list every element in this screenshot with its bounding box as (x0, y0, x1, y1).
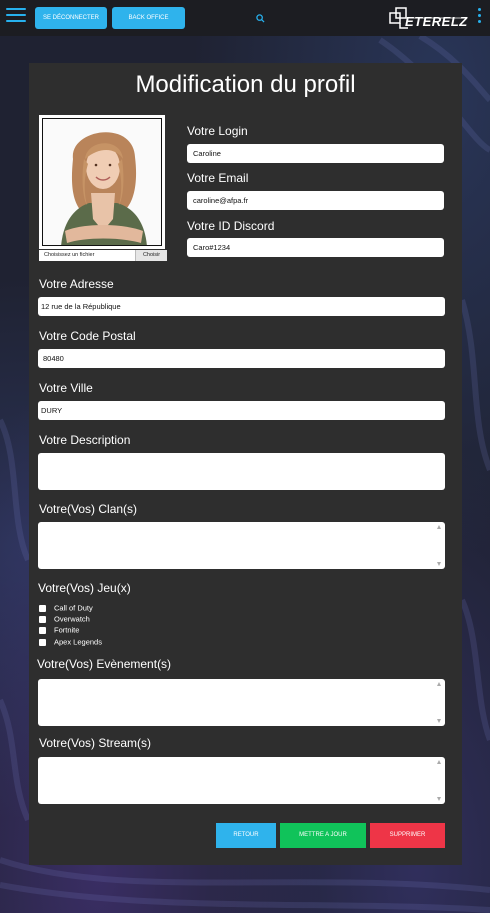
menu-icon[interactable] (6, 8, 26, 22)
streams-label: Votre(Vos) Stream(s) (39, 736, 152, 750)
address-input[interactable]: 12 rue de la République (38, 297, 445, 316)
avatar-frame (39, 115, 165, 249)
page-title: Modification du profil (135, 71, 356, 98)
city-label: Votre Ville (39, 381, 93, 395)
search-icon[interactable] (256, 14, 265, 23)
more-options-icon[interactable] (478, 8, 482, 26)
back-button[interactable]: RETOUR (216, 823, 276, 848)
description-textarea[interactable] (38, 453, 445, 490)
logout-button[interactable]: SE DÉCONNECTER (35, 7, 107, 29)
clans-scrollbar[interactable] (436, 525, 443, 566)
discord-label: Votre ID Discord (187, 219, 275, 233)
description-label: Votre Description (39, 433, 131, 447)
avatar (42, 118, 162, 246)
choose-file-button[interactable]: Choisir (135, 250, 167, 261)
login-input[interactable]: Caroline (187, 144, 444, 163)
game-checkbox-call-of-duty[interactable]: Call of Duty (39, 603, 93, 613)
events-select[interactable] (38, 679, 445, 726)
events-label: Votre(Vos) Evènement(s) (37, 657, 172, 671)
profile-card: Modification du profil Choisissez un fic… (29, 63, 462, 865)
game-checkbox-apex-legends[interactable]: Apex Legends (39, 637, 102, 647)
logo-text: ETERELZ (405, 14, 468, 29)
login-label: Votre Login (187, 124, 248, 138)
file-input-placeholder: Choisissez un fichier (44, 252, 95, 258)
avatar-portrait-icon (43, 119, 161, 245)
clans-select[interactable] (38, 522, 445, 569)
streams-select[interactable] (38, 757, 445, 804)
city-input[interactable]: DURY (38, 401, 445, 420)
update-button[interactable]: METTRE A JOUR (280, 823, 366, 848)
back-office-button[interactable]: BACK OFFICE (112, 7, 185, 29)
events-scrollbar[interactable] (436, 682, 443, 723)
delete-button[interactable]: SUPPRIMER (370, 823, 445, 848)
games-label: Votre(Vos) Jeu(x) (38, 581, 131, 595)
top-bar: SE DÉCONNECTER BACK OFFICE ETERELZ (0, 0, 490, 36)
clans-label: Votre(Vos) Clan(s) (39, 502, 138, 516)
discord-input[interactable]: Caro#1234 (187, 238, 444, 257)
game-checkbox-overwatch[interactable]: Overwatch (39, 614, 90, 624)
postal-code-input[interactable]: 80480 (38, 349, 445, 368)
email-label: Votre Email (187, 171, 249, 185)
avatar-file-input[interactable]: Choisissez un fichier Choisir (39, 250, 167, 261)
address-label: Votre Adresse (39, 277, 114, 291)
streams-scrollbar[interactable] (436, 760, 443, 801)
game-checkbox-fortnite[interactable]: Fortnite (39, 625, 79, 635)
postal-code-label: Votre Code Postal (39, 329, 136, 343)
email-input[interactable]: caroline@afpa.fr (187, 191, 444, 210)
